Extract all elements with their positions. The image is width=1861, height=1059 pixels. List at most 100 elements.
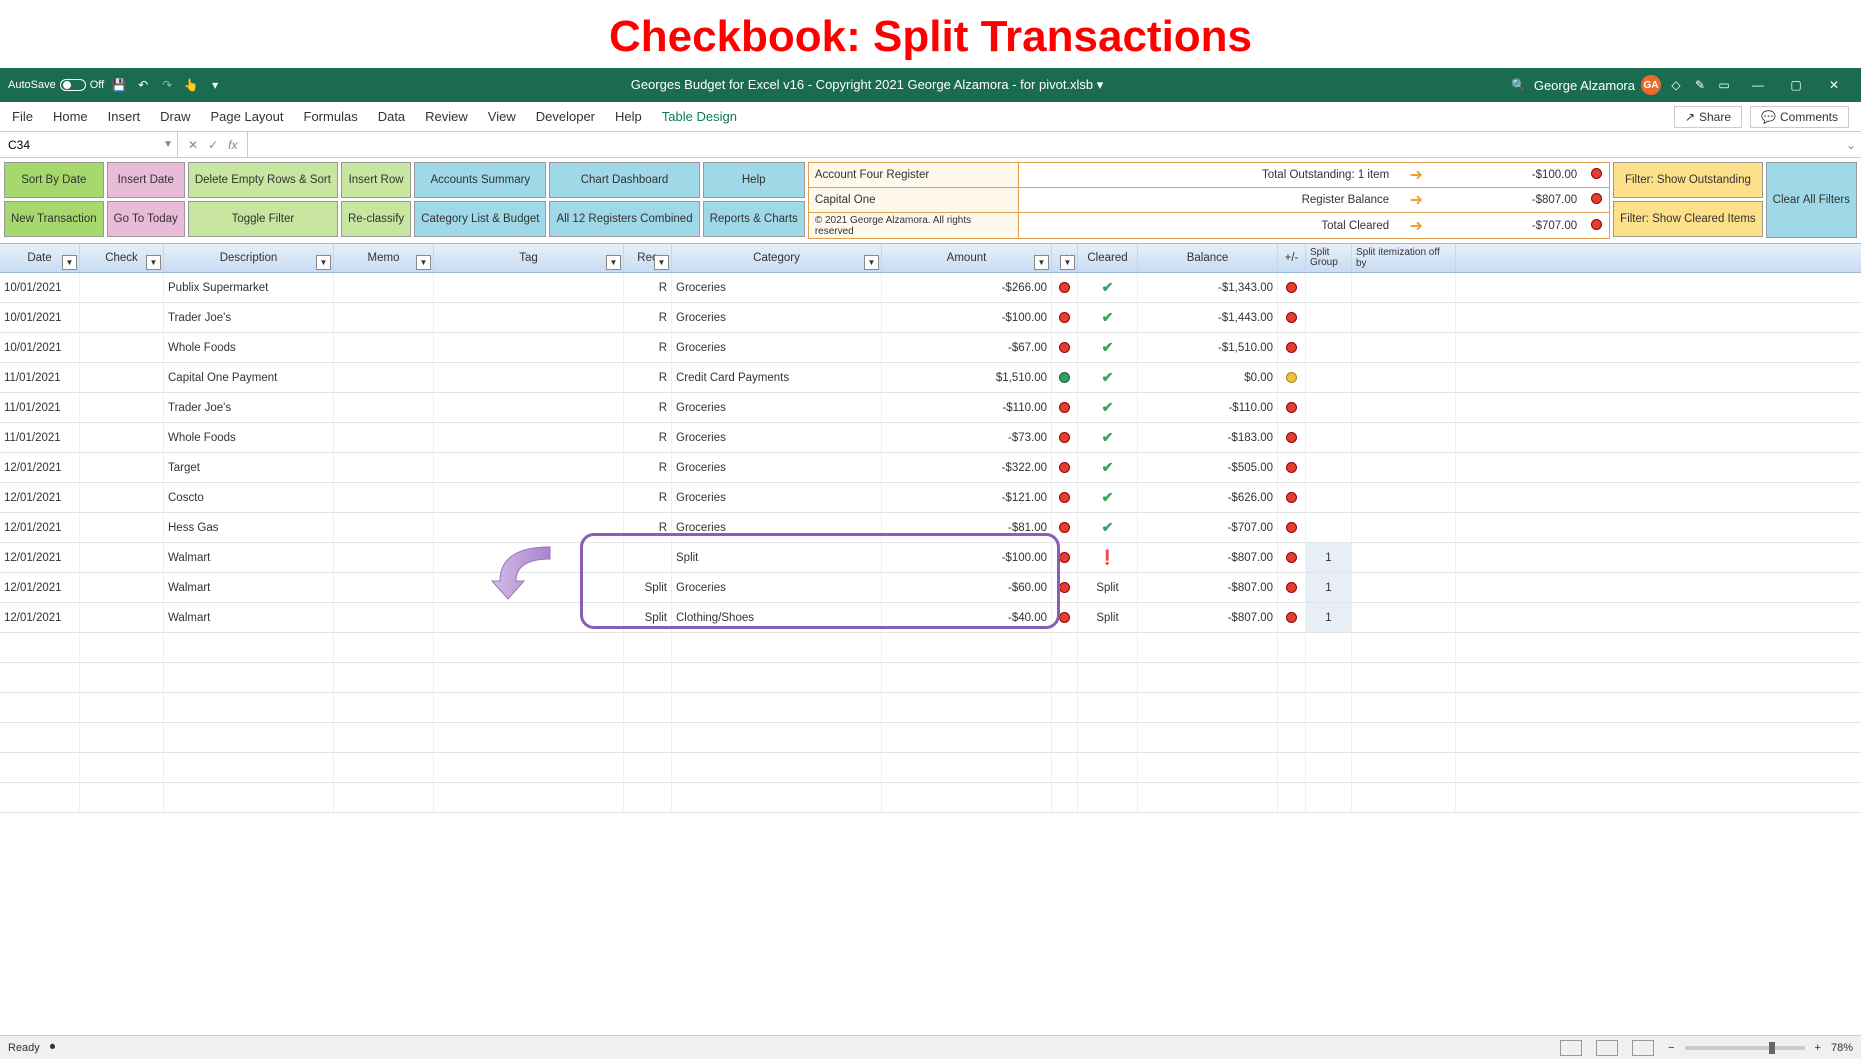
col-plusminus2[interactable]: +/- (1278, 244, 1306, 272)
balance-cell[interactable]: -$707.00 (1138, 513, 1278, 542)
col-balance[interactable]: Balance (1138, 244, 1278, 272)
amount-cell[interactable]: -$100.00 (882, 303, 1052, 332)
rec-cell[interactable]: R (624, 363, 672, 392)
split-off-cell[interactable] (1352, 273, 1456, 302)
page-break-view-icon[interactable] (1632, 1040, 1654, 1056)
memo-cell[interactable] (334, 363, 434, 392)
pen-icon[interactable]: ✎ (1691, 76, 1709, 94)
fx-icon[interactable]: fx (228, 138, 237, 152)
table-row-empty[interactable] (0, 633, 1861, 663)
memo-cell[interactable] (334, 543, 434, 572)
rec-cell[interactable]: R (624, 333, 672, 362)
table-row[interactable]: 12/01/2021CosctoRGroceries-$121.00✔-$626… (0, 483, 1861, 513)
plusminus2-cell[interactable] (1278, 543, 1306, 572)
category-cell[interactable]: Groceries (672, 273, 882, 302)
macro-record-icon[interactable]: ⏺ (50, 1041, 56, 1054)
rec-cell[interactable]: R (624, 513, 672, 542)
share-button[interactable]: ↗ Share (1674, 106, 1742, 128)
plusminus-cell[interactable] (1052, 333, 1078, 362)
balance-cell[interactable]: -$505.00 (1138, 453, 1278, 482)
amount-cell[interactable]: -$67.00 (882, 333, 1052, 362)
split-group-cell[interactable] (1306, 273, 1352, 302)
plusminus-cell[interactable] (1052, 513, 1078, 542)
split-group-cell[interactable]: 1 (1306, 543, 1352, 572)
check-cell[interactable] (80, 363, 164, 392)
filter-cleared-button[interactable]: Filter: Show Cleared Items (1613, 201, 1763, 237)
date-cell[interactable]: 12/01/2021 (0, 543, 80, 572)
plusminus-cell[interactable] (1052, 363, 1078, 392)
go-to-today-button[interactable]: Go To Today (107, 201, 185, 237)
category-cell[interactable]: Groceries (672, 573, 882, 602)
plusminus2-cell[interactable] (1278, 333, 1306, 362)
balance-cell[interactable]: -$626.00 (1138, 483, 1278, 512)
description-cell[interactable]: Hess Gas (164, 513, 334, 542)
rec-cell[interactable]: R (624, 393, 672, 422)
tag-cell[interactable] (434, 393, 624, 422)
plusminus-cell[interactable] (1052, 453, 1078, 482)
split-group-cell[interactable] (1306, 483, 1352, 512)
clear-all-filters-button[interactable]: Clear All Filters (1766, 162, 1857, 238)
page-layout-view-icon[interactable] (1596, 1040, 1618, 1056)
accounts-summary-button[interactable]: Accounts Summary (414, 162, 546, 198)
table-row-empty[interactable] (0, 753, 1861, 783)
comments-button[interactable]: 💬 Comments (1750, 106, 1849, 128)
tab-review[interactable]: Review (425, 109, 468, 124)
amount-cell[interactable]: $1,510.00 (882, 363, 1052, 392)
insert-date-button[interactable]: Insert Date (107, 162, 185, 198)
date-cell[interactable]: 10/01/2021 (0, 303, 80, 332)
description-cell[interactable]: Trader Joe's (164, 393, 334, 422)
check-cell[interactable] (80, 603, 164, 632)
memo-cell[interactable] (334, 333, 434, 362)
date-cell[interactable]: 10/01/2021 (0, 333, 80, 362)
split-off-cell[interactable] (1352, 363, 1456, 392)
split-group-cell[interactable] (1306, 423, 1352, 452)
tab-data[interactable]: Data (378, 109, 405, 124)
save-icon[interactable]: 💾 (110, 76, 128, 94)
category-cell[interactable]: Credit Card Payments (672, 363, 882, 392)
memo-cell[interactable] (334, 393, 434, 422)
category-cell[interactable]: Clothing/Shoes (672, 603, 882, 632)
diamond-icon[interactable]: ◇ (1667, 76, 1685, 94)
category-list-button[interactable]: Category List & Budget (414, 201, 546, 237)
date-cell[interactable]: 12/01/2021 (0, 483, 80, 512)
rec-cell[interactable]: R (624, 453, 672, 482)
amount-cell[interactable]: -$266.00 (882, 273, 1052, 302)
filter-dropdown-icon[interactable]: ▼ (316, 255, 331, 270)
table-row-empty[interactable] (0, 783, 1861, 813)
filter-dropdown-icon[interactable]: ▼ (606, 255, 621, 270)
account-button[interactable]: George Alzamora GA (1534, 75, 1661, 95)
filter-dropdown-icon[interactable]: ▼ (1034, 255, 1049, 270)
check-cell[interactable] (80, 543, 164, 572)
date-cell[interactable]: 10/01/2021 (0, 273, 80, 302)
name-box-input[interactable] (6, 137, 171, 153)
balance-cell[interactable]: -$1,510.00 (1138, 333, 1278, 362)
category-cell[interactable]: Groceries (672, 393, 882, 422)
maximize-button[interactable]: ▢ (1777, 68, 1815, 102)
table-row[interactable]: 10/01/2021Publix SupermarketRGroceries-$… (0, 273, 1861, 303)
split-off-cell[interactable] (1352, 573, 1456, 602)
description-cell[interactable]: Publix Supermarket (164, 273, 334, 302)
rec-cell[interactable]: Split (624, 573, 672, 602)
col-description[interactable]: Description▼ (164, 244, 334, 272)
tag-cell[interactable] (434, 603, 624, 632)
tab-table-design[interactable]: Table Design (662, 109, 737, 124)
description-cell[interactable]: Walmart (164, 603, 334, 632)
date-cell[interactable]: 11/01/2021 (0, 363, 80, 392)
check-cell[interactable] (80, 273, 164, 302)
filter-dropdown-icon[interactable]: ▼ (1060, 255, 1075, 270)
cleared-cell[interactable]: ✔ (1078, 363, 1138, 392)
sort-by-date-button[interactable]: Sort By Date (4, 162, 104, 198)
date-cell[interactable]: 12/01/2021 (0, 603, 80, 632)
tab-view[interactable]: View (488, 109, 516, 124)
tab-insert[interactable]: Insert (108, 109, 141, 124)
check-cell[interactable] (80, 303, 164, 332)
balance-cell[interactable]: -$1,443.00 (1138, 303, 1278, 332)
memo-cell[interactable] (334, 573, 434, 602)
col-tag[interactable]: Tag▼ (434, 244, 624, 272)
rec-cell[interactable]: R (624, 483, 672, 512)
plusminus2-cell[interactable] (1278, 453, 1306, 482)
split-group-cell[interactable]: 1 (1306, 573, 1352, 602)
redo-icon[interactable]: ↷ (158, 76, 176, 94)
amount-cell[interactable]: -$121.00 (882, 483, 1052, 512)
name-box-dropdown-icon[interactable]: ▼ (163, 139, 173, 150)
